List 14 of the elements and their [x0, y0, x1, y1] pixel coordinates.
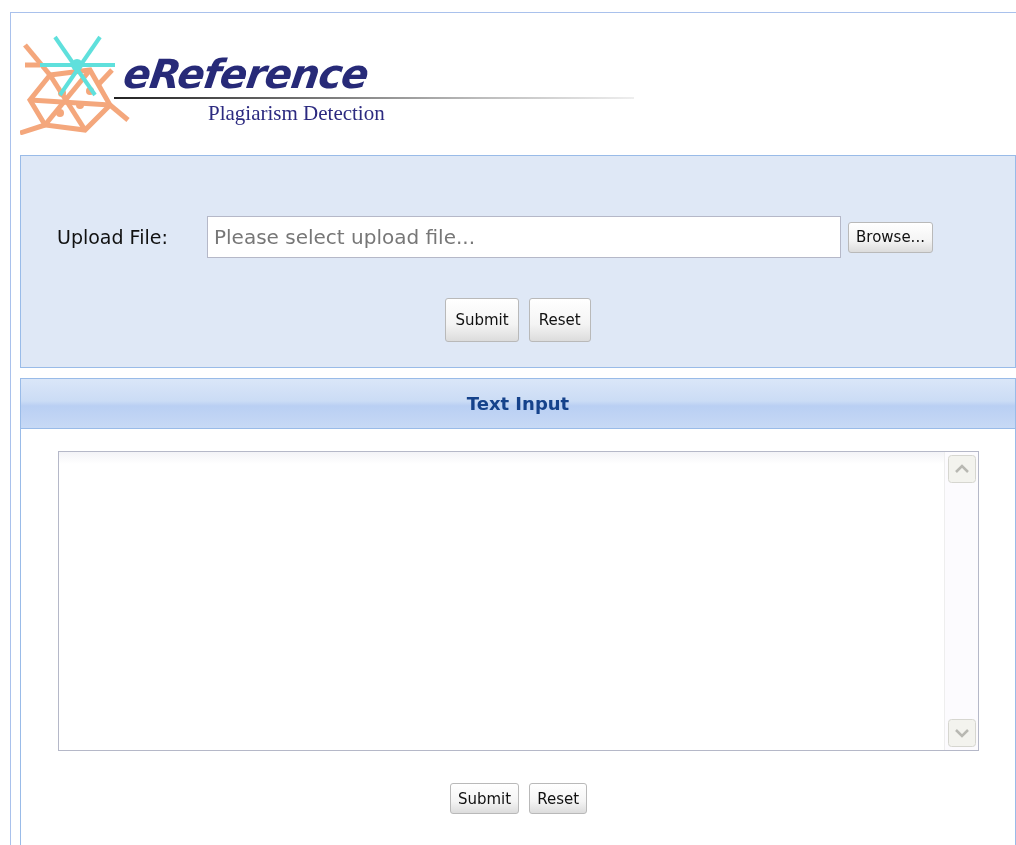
scroll-down-icon[interactable]: [947, 719, 976, 747]
upload-file-field[interactable]: Please select upload file...: [207, 216, 841, 258]
logo-title: eReference: [120, 51, 372, 97]
scroll-up-icon[interactable]: [947, 455, 976, 483]
submit-button[interactable]: Submit: [449, 783, 520, 814]
upload-file-label: Upload File:: [57, 226, 169, 248]
scrollbar[interactable]: [944, 452, 978, 750]
text-area[interactable]: [58, 451, 979, 751]
reset-button[interactable]: Reset: [528, 298, 591, 342]
panel-title: Text Input: [21, 379, 1015, 429]
browse-button[interactable]: Browse...: [848, 221, 933, 253]
submit-button[interactable]: Submit: [445, 298, 519, 342]
reset-button[interactable]: Reset: [529, 783, 588, 814]
logo-subtitle: Plagiarism Detection: [208, 101, 386, 126]
